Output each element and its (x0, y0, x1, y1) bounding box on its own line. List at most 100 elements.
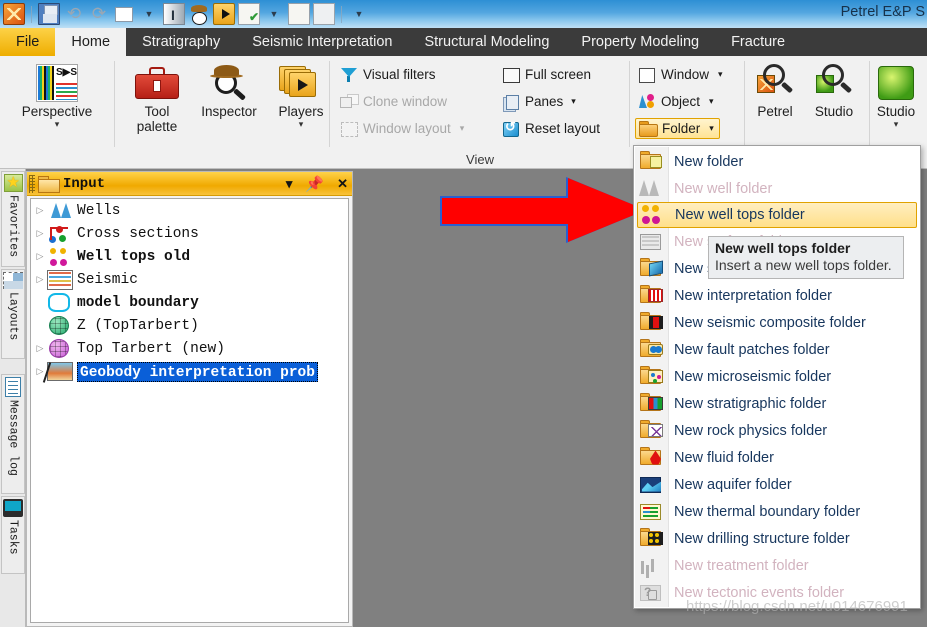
tree-item-seismic[interactable]: ▷ Seismic (31, 268, 348, 291)
redo-icon[interactable]: ⟳ (88, 3, 110, 25)
tab-seismic-interpretation[interactable]: Seismic Interpretation (236, 28, 408, 56)
reset-layout-button[interactable]: Reset layout (502, 119, 600, 137)
menu-item-new-folder[interactable]: New folder (634, 148, 920, 175)
process-dropdown-caret-icon[interactable]: ▼ (263, 3, 285, 25)
visual-filters-label: Visual filters (363, 67, 436, 82)
menu-item-new-fault-patches-folder[interactable]: New fault patches folder (634, 336, 920, 363)
layouts-icon (3, 272, 23, 289)
tree-item-well-tops-old[interactable]: ▷ Well tops old (31, 245, 348, 268)
panes-button[interactable]: Panes ▾ (502, 93, 576, 112)
input-panel-buttons[interactable]: ▾ 📌 ✕ (286, 172, 348, 196)
inspector-icon[interactable] (188, 3, 210, 25)
menu-item-new-interpretation-folder[interactable]: New interpretation folder (634, 282, 920, 309)
menu-item-new-seismic-composite-folder[interactable]: New seismic composite folder (634, 309, 920, 336)
insert-folder-button[interactable]: Folder ▾ (635, 118, 720, 139)
panel-drag-grip[interactable] (29, 174, 35, 193)
input-panel-header[interactable]: Input ▾ 📌 ✕ (27, 172, 352, 196)
menu-item-new-thermal-boundary-folder[interactable]: New thermal boundary folder (634, 498, 920, 525)
tab-home[interactable]: Home (55, 28, 127, 56)
new-tectonic-events-folder-icon (638, 582, 664, 604)
object-icon (638, 93, 656, 110)
menu-item-label: New stratigraphic folder (674, 395, 827, 412)
new-window-icon[interactable] (113, 3, 135, 25)
expand-chevron-icon[interactable]: ▷ (33, 251, 47, 262)
qat-overflow-caret-icon[interactable]: ▼ (348, 3, 370, 25)
new-drilling-structure-folder-icon (638, 527, 664, 550)
clone-window-button: Clone window (340, 93, 447, 110)
tree-item-top-tarbert-new[interactable]: ▷ Top Tarbert (new) (31, 337, 348, 360)
new-window-dropdown-caret-icon[interactable]: ▼ (138, 3, 160, 25)
view-group-label: View (466, 152, 494, 167)
tab-stratigraphy[interactable]: Stratigraphy (126, 28, 236, 56)
insert-window-button[interactable]: Window ▾ (638, 66, 723, 83)
favorites-star-icon (3, 173, 23, 192)
tasks-icon (3, 499, 23, 517)
tab-property-modeling[interactable]: Property Modeling (565, 28, 715, 56)
expand-chevron-icon[interactable]: ▷ (33, 205, 47, 216)
input-panel: Input ▾ 📌 ✕ ▷ Wells ▷ Cross sections ▷ W (26, 171, 353, 627)
menu-item-new-aquifer-folder[interactable]: New aquifer folder (634, 471, 920, 498)
tab-structural-modeling[interactable]: Structural Modeling (408, 28, 565, 56)
player-icon[interactable] (213, 3, 235, 25)
tree-item-wells[interactable]: ▷ Wells (31, 199, 348, 222)
tree-label: Geobody interpretation prob (80, 364, 315, 381)
quick-access-toolbar[interactable]: ⟲ ⟳ ▼ ▼ ▼ (0, 3, 370, 25)
input-tree[interactable]: ▷ Wells ▷ Cross sections ▷ Well tops old… (30, 198, 349, 623)
seismic-icon (47, 269, 73, 290)
menu-item-label: New microseismic folder (674, 368, 832, 385)
panes-caret-icon[interactable]: ▾ (571, 96, 576, 107)
undo-icon[interactable]: ⟲ (63, 3, 85, 25)
ribbon-tab-strip[interactable]: File Home Stratigraphy Seismic Interpret… (0, 28, 927, 56)
new-interpretation-folder-icon (638, 284, 664, 307)
menu-item-new-microseismic-folder[interactable]: New microseismic folder (634, 363, 920, 390)
tree-item-z-toptarbert[interactable]: Z (TopTarbert) (31, 314, 348, 337)
menu-item-new-well-tops-folder[interactable]: New well tops folder (637, 202, 917, 228)
tab-fracture[interactable]: Fracture (715, 28, 801, 56)
menu-item-new-rock-physics-folder[interactable]: New rock physics folder (634, 417, 920, 444)
search-petrel-button[interactable]: Petrel (745, 62, 805, 119)
search-studio-button[interactable]: Studio (803, 62, 865, 119)
tree-label: Cross sections (77, 225, 199, 242)
tab-file[interactable]: File (0, 28, 56, 56)
paste-icon[interactable] (313, 3, 335, 25)
studio-button[interactable]: Studio ▾ (865, 62, 927, 129)
vertical-scale-icon[interactable] (163, 3, 185, 25)
search-studio-icon (803, 62, 865, 104)
copy-icon[interactable] (288, 3, 310, 25)
expand-chevron-icon[interactable]: ▷ (33, 228, 47, 239)
menu-item-new-drilling-structure-folder[interactable]: New drilling structure folder (634, 525, 920, 552)
menu-item-new-stratigraphic-folder[interactable]: New stratigraphic folder (634, 390, 920, 417)
tree-item-cross-sections[interactable]: ▷ Cross sections (31, 222, 348, 245)
new-surface-folder-icon (638, 231, 664, 253)
panel-close-icon[interactable]: ✕ (337, 176, 348, 192)
tree-item-geobody-interpretation[interactable]: ▷ Geobody interpretation prob (31, 360, 348, 383)
expand-chevron-icon[interactable]: ▷ (33, 274, 47, 285)
sidebar-item-message-log[interactable]: Message log (1, 374, 25, 494)
full-screen-button[interactable]: Full screen (502, 66, 591, 83)
sidebar-label-favorites: Favorites (6, 195, 20, 258)
expand-chevron-icon[interactable]: ▷ (33, 343, 47, 354)
boundary-polygon-icon (47, 292, 73, 313)
insert-object-button[interactable]: Object ▾ (638, 93, 714, 110)
new-well-folder-icon (638, 178, 664, 200)
studio-caret-icon[interactable]: ▾ (865, 119, 927, 129)
insert-folder-caret-icon[interactable]: ▾ (709, 123, 714, 134)
visual-filters-button[interactable]: Visual filters (340, 66, 436, 83)
insert-window-caret-icon[interactable]: ▾ (718, 69, 723, 80)
sidebar-label-message-log: Message log (6, 400, 20, 476)
perspective-caret-icon[interactable]: ▾ (15, 119, 99, 129)
perspective-button[interactable]: S▶S Perspective ▾ (15, 62, 99, 129)
folder-dropdown-menu[interactable]: New folder New well folder New well tops… (633, 145, 921, 609)
menu-item-new-fluid-folder[interactable]: New fluid folder (634, 444, 920, 471)
tree-item-model-boundary[interactable]: model boundary (31, 291, 348, 314)
petrel-logo-icon[interactable] (3, 3, 25, 25)
sidebar-label-layouts: Layouts (6, 292, 20, 341)
sidebar-item-tasks[interactable]: Tasks (1, 496, 25, 574)
process-check-icon[interactable] (238, 3, 260, 25)
sidebar-item-favorites[interactable]: Favorites (1, 171, 25, 267)
panel-menu-caret-icon[interactable]: ▾ (286, 176, 293, 192)
save-icon[interactable] (38, 3, 60, 25)
insert-object-caret-icon[interactable]: ▾ (709, 96, 714, 107)
sidebar-item-layouts[interactable]: Layouts (1, 269, 25, 359)
panel-pin-icon[interactable]: 📌 (305, 175, 324, 193)
